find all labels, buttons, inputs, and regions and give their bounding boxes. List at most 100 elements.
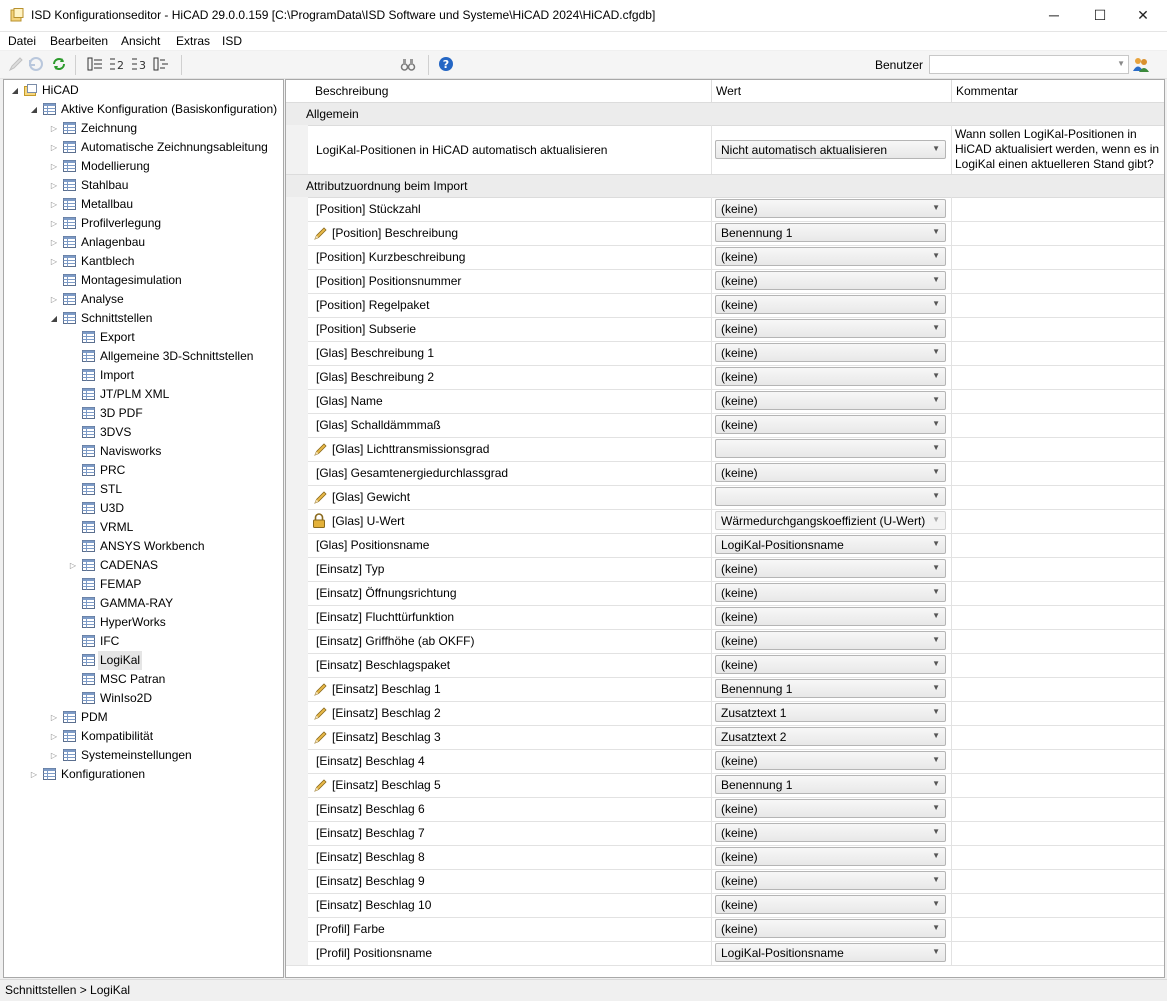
property-row[interactable]: [Glas] Gesamtenergiedurchlassgrad (keine)… (286, 461, 1164, 486)
value-dropdown[interactable]: (keine) ▼ (715, 895, 946, 914)
property-row[interactable]: [Glas] Beschreibung 1 (keine) ▼ (286, 341, 1164, 366)
value-dropdown[interactable]: Benennung 1 ▼ (715, 775, 946, 794)
undo-icon[interactable] (28, 56, 44, 72)
column-divider[interactable] (711, 80, 712, 102)
value-dropdown[interactable]: (keine) ▼ (715, 343, 946, 362)
property-row[interactable]: [Profil] Farbe (keine) ▼ (286, 917, 1164, 942)
property-row[interactable]: [Einsatz] Beschlag 7 (keine) ▼ (286, 821, 1164, 846)
property-row[interactable]: [Einsatz] Beschlag 10 (keine) ▼ (286, 893, 1164, 918)
value-dropdown[interactable]: (keine) ▼ (715, 247, 946, 266)
user-combo[interactable]: ▼ (929, 55, 1129, 74)
menu-datei[interactable]: Datei (8, 34, 36, 48)
column-header-kommentar[interactable]: Kommentar (956, 84, 1018, 98)
value-dropdown[interactable]: (keine) ▼ (715, 271, 946, 290)
expand-arrow-icon[interactable]: ▷ (49, 290, 59, 309)
value-dropdown[interactable]: (keine) ▼ (715, 631, 946, 650)
expand-arrow-icon[interactable]: ▷ (49, 195, 59, 214)
property-row[interactable]: [Position] Stückzahl (keine) ▼ (286, 197, 1164, 222)
property-row[interactable]: [Einsatz] Beschlag 2 Zusatztext 1 ▼ (286, 701, 1164, 726)
column-header-beschreibung[interactable]: Beschreibung (315, 84, 388, 98)
value-dropdown[interactable]: (keine) ▼ (715, 199, 946, 218)
expand-arrow-icon[interactable]: ▷ (49, 252, 59, 271)
collapse-arrow-icon[interactable]: ◢ (49, 309, 59, 328)
tree-level-2-icon[interactable]: 2 (109, 56, 125, 72)
property-row[interactable]: [Profil] Positionsname LogiKal-Positionsn… (286, 941, 1164, 966)
property-row[interactable]: LogiKal-Positionen in HiCAD automatisch … (286, 125, 1164, 175)
property-row[interactable]: [Einsatz] Öffnungsrichtung (keine) ▼ (286, 581, 1164, 606)
tree-collapse-icon[interactable] (153, 56, 169, 72)
value-dropdown[interactable]: Nicht automatisch aktualisieren ▼ (715, 140, 946, 159)
close-button[interactable]: ✕ (1120, 0, 1166, 31)
expand-arrow-icon[interactable]: ▷ (49, 233, 59, 252)
property-row[interactable]: [Glas] Positionsname LogiKal-Positionsnam… (286, 533, 1164, 558)
property-row[interactable]: [Position] Subserie (keine) ▼ (286, 317, 1164, 342)
value-dropdown[interactable]: (keine) ▼ (715, 823, 946, 842)
property-row[interactable]: [Einsatz] Fluchttürfunktion (keine) ▼ (286, 605, 1164, 630)
value-dropdown[interactable]: ▼ (715, 439, 946, 458)
value-dropdown[interactable]: (keine) ▼ (715, 655, 946, 674)
collapse-arrow-icon[interactable]: ◢ (29, 100, 39, 119)
property-row[interactable]: [Einsatz] Beschlag 3 Zusatztext 2 ▼ (286, 725, 1164, 750)
binoculars-icon[interactable] (400, 56, 416, 72)
property-row[interactable]: [Einsatz] Beschlag 4 (keine) ▼ (286, 749, 1164, 774)
maximize-button[interactable]: ☐ (1077, 0, 1123, 31)
value-dropdown[interactable]: (keine) ▼ (715, 847, 946, 866)
property-row[interactable]: [Glas] Schalldämmmaß (keine) ▼ (286, 413, 1164, 438)
expand-arrow-icon[interactable]: ▷ (49, 727, 59, 746)
value-dropdown[interactable]: (keine) ▼ (715, 463, 946, 482)
property-row[interactable]: [Einsatz] Beschlag 6 (keine) ▼ (286, 797, 1164, 822)
property-row[interactable]: [Position] Beschreibung Benennung 1 ▼ (286, 221, 1164, 246)
property-row[interactable]: [Einsatz] Beschlag 8 (keine) ▼ (286, 845, 1164, 870)
property-row[interactable]: [Position] Regelpaket (keine) ▼ (286, 293, 1164, 318)
property-row[interactable]: [Glas] U-Wert Wärmedurchgangskoeffizient … (286, 509, 1164, 534)
property-row[interactable]: [Einsatz] Beschlag 1 Benennung 1 ▼ (286, 677, 1164, 702)
expand-arrow-icon[interactable]: ▷ (49, 708, 59, 727)
tree-level-3-icon[interactable]: 3 (131, 56, 147, 72)
property-row[interactable]: [Glas] Name (keine) ▼ (286, 389, 1164, 414)
expand-arrow-icon[interactable]: ▷ (49, 214, 59, 233)
value-dropdown[interactable]: Zusatztext 1 ▼ (715, 703, 946, 722)
users-icon[interactable] (1133, 56, 1149, 72)
column-divider[interactable] (951, 80, 952, 102)
value-dropdown[interactable]: (keine) ▼ (715, 367, 946, 386)
value-dropdown[interactable]: Benennung 1 ▼ (715, 679, 946, 698)
value-dropdown[interactable]: (keine) ▼ (715, 583, 946, 602)
value-dropdown[interactable]: (keine) ▼ (715, 319, 946, 338)
menu-isd[interactable]: ISD (222, 34, 242, 48)
property-row[interactable]: [Einsatz] Typ (keine) ▼ (286, 557, 1164, 582)
property-row[interactable]: [Einsatz] Beschlag 9 (keine) ▼ (286, 869, 1164, 894)
value-dropdown[interactable]: (keine) ▼ (715, 751, 946, 770)
menu-ansicht[interactable]: Ansicht (121, 34, 160, 48)
collapse-arrow-icon[interactable]: ◢ (10, 81, 20, 100)
category-header[interactable]: Attributzuordnung beim Import (286, 174, 1164, 198)
value-dropdown[interactable]: LogiKal-Positionsname ▼ (715, 943, 946, 962)
value-dropdown[interactable]: (keine) ▼ (715, 607, 946, 626)
value-dropdown[interactable]: Benennung 1 ▼ (715, 223, 946, 242)
expand-arrow-icon[interactable]: ▷ (49, 746, 59, 765)
value-dropdown[interactable]: (keine) ▼ (715, 559, 946, 578)
help-icon[interactable]: ? (438, 56, 454, 72)
value-dropdown[interactable]: Zusatztext 2 ▼ (715, 727, 946, 746)
menu-bearbeiten[interactable]: Bearbeiten (50, 34, 108, 48)
value-dropdown[interactable]: (keine) ▼ (715, 871, 946, 890)
expand-arrow-icon[interactable]: ▷ (29, 765, 39, 784)
expand-arrow-icon[interactable]: ▷ (68, 556, 78, 575)
expand-arrow-icon[interactable]: ▷ (49, 119, 59, 138)
property-row[interactable]: [Einsatz] Griffhöhe (ab OKFF) (keine) ▼ (286, 629, 1164, 654)
value-dropdown[interactable]: (keine) ▼ (715, 415, 946, 434)
property-row[interactable]: [Einsatz] Beschlag 5 Benennung 1 ▼ (286, 773, 1164, 798)
value-dropdown[interactable]: (keine) ▼ (715, 295, 946, 314)
edit-icon[interactable] (8, 56, 24, 72)
column-header-wert[interactable]: Wert (716, 84, 741, 98)
property-row[interactable]: [Glas] Beschreibung 2 (keine) ▼ (286, 365, 1164, 390)
property-row[interactable]: [Glas] Gewicht ▼ (286, 485, 1164, 510)
property-row[interactable]: [Einsatz] Beschlagspaket (keine) ▼ (286, 653, 1164, 678)
expand-arrow-icon[interactable]: ▷ (49, 157, 59, 176)
tree-level-all-icon[interactable] (87, 56, 103, 72)
property-row[interactable]: [Position] Kurzbeschreibung (keine) ▼ (286, 245, 1164, 270)
value-dropdown[interactable]: ▼ (715, 487, 946, 506)
value-dropdown[interactable]: (keine) ▼ (715, 919, 946, 938)
expand-arrow-icon[interactable]: ▷ (49, 176, 59, 195)
property-row[interactable]: [Position] Positionsnummer (keine) ▼ (286, 269, 1164, 294)
expand-arrow-icon[interactable]: ▷ (49, 138, 59, 157)
